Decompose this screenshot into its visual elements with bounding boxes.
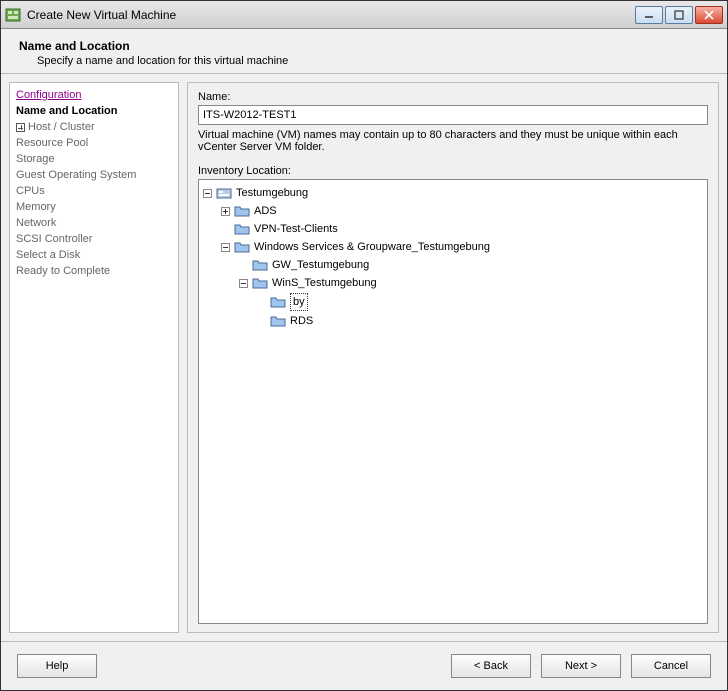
- tree-node-by[interactable]: by: [203, 292, 703, 312]
- step-resource-pool: Resource Pool: [16, 135, 172, 151]
- folder-icon: [270, 294, 286, 310]
- tree-node-ads[interactable]: ADS: [203, 202, 703, 220]
- back-button[interactable]: < Back: [451, 654, 531, 678]
- tree-node-rds[interactable]: RDS: [203, 312, 703, 330]
- vm-name-input[interactable]: [198, 105, 708, 125]
- maximize-button[interactable]: [665, 6, 693, 24]
- app-icon: [5, 7, 21, 23]
- page-subtitle: Specify a name and location for this vir…: [19, 55, 709, 67]
- tree-node-wins[interactable]: WinS_Testumgebung: [203, 274, 703, 292]
- step-name-location[interactable]: Name and Location: [16, 103, 172, 119]
- step-select-disk: Select a Disk: [16, 247, 172, 263]
- step-guest-os: Guest Operating System: [16, 167, 172, 183]
- wizard-content: Name: Virtual machine (VM) names may con…: [187, 82, 719, 633]
- folder-icon: [234, 203, 250, 219]
- step-host-cluster: Host / Cluster: [16, 119, 172, 135]
- wizard-header: Name and Location Specify a name and loc…: [1, 29, 727, 74]
- wizard-steps-sidebar: Configuration Name and Location Host / C…: [9, 82, 179, 633]
- close-button[interactable]: [695, 6, 723, 24]
- collapse-icon[interactable]: [221, 243, 230, 252]
- cancel-button[interactable]: Cancel: [631, 654, 711, 678]
- name-label: Name:: [198, 91, 708, 103]
- tree-node-vpn[interactable]: VPN-Test-Clients: [203, 220, 703, 238]
- expand-icon[interactable]: [221, 207, 230, 216]
- inventory-tree[interactable]: Testumgebung ADS VPN-Test-Clients: [198, 179, 708, 624]
- titlebar[interactable]: Create New Virtual Machine: [1, 1, 727, 29]
- step-network: Network: [16, 215, 172, 231]
- collapse-icon[interactable]: [203, 189, 212, 198]
- step-storage: Storage: [16, 151, 172, 167]
- folder-icon: [270, 313, 286, 329]
- step-scsi: SCSI Controller: [16, 231, 172, 247]
- collapse-icon[interactable]: [239, 279, 248, 288]
- help-button[interactable]: Help: [17, 654, 97, 678]
- step-ready: Ready to Complete: [16, 263, 172, 279]
- tree-node-winservices[interactable]: Windows Services & Groupware_Testumgebun…: [203, 238, 703, 256]
- step-memory: Memory: [16, 199, 172, 215]
- wizard-footer: Help < Back Next > Cancel: [1, 641, 727, 690]
- datacenter-icon: [216, 185, 232, 201]
- folder-icon: [234, 221, 250, 237]
- name-help-text: Virtual machine (VM) names may contain u…: [198, 129, 708, 153]
- tree-node-gw[interactable]: GW_Testumgebung: [203, 256, 703, 274]
- folder-icon: [234, 239, 250, 255]
- tree-node-root[interactable]: Testumgebung: [203, 184, 703, 202]
- next-button[interactable]: Next >: [541, 654, 621, 678]
- window-title: Create New Virtual Machine: [27, 8, 635, 22]
- folder-icon: [252, 257, 268, 273]
- minimize-button[interactable]: [635, 6, 663, 24]
- folder-icon: [252, 275, 268, 291]
- step-cpus: CPUs: [16, 183, 172, 199]
- page-title: Name and Location: [19, 39, 709, 53]
- wizard-window: Create New Virtual Machine Name and Loca…: [0, 0, 728, 691]
- expand-icon: [16, 123, 25, 132]
- step-configuration[interactable]: Configuration: [16, 87, 172, 103]
- inventory-label: Inventory Location:: [198, 165, 708, 177]
